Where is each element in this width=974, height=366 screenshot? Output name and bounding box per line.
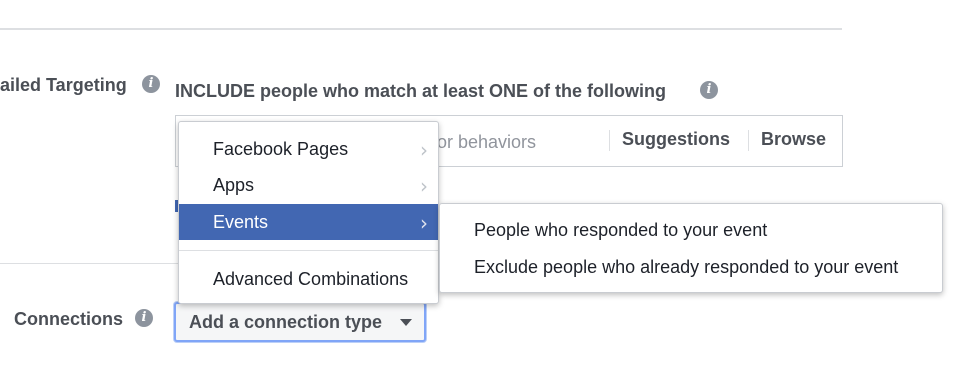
menu-item-label: Apps (213, 175, 255, 195)
menu-item-advanced-combinations[interactable]: Advanced Combinations (179, 261, 438, 297)
menu-item-label: Advanced Combinations (213, 269, 409, 289)
browse-button[interactable]: Browse (761, 129, 826, 150)
top-divider (0, 28, 842, 30)
chevron-right-icon: › (420, 211, 428, 235)
search-separator (609, 130, 610, 151)
menu-item-label: Facebook Pages (213, 139, 349, 159)
connection-type-dropdown[interactable]: Add a connection type (174, 302, 426, 342)
menu-item-events[interactable]: Events › (179, 204, 438, 240)
suggestions-button[interactable]: Suggestions (622, 129, 730, 150)
caret-down-icon (400, 319, 412, 326)
info-icon[interactable]: i (700, 81, 718, 99)
menu-item-apps[interactable]: Apps › (179, 167, 438, 203)
browse-menu: Facebook Pages › Apps › Events › Advance… (178, 121, 439, 304)
search-separator (748, 130, 749, 151)
chevron-right-icon: › (420, 174, 428, 198)
info-icon[interactable]: i (142, 75, 160, 93)
connections-label: Connections (14, 309, 124, 329)
submenu-item-exclude-responded[interactable]: Exclude people who already responded to … (474, 257, 898, 278)
events-submenu: People who responded to your event Exclu… (439, 203, 943, 293)
targeting-search-placeholder: or behaviors (437, 132, 537, 152)
submenu-item-responded[interactable]: People who responded to your event (474, 220, 767, 241)
detailed-targeting-label: ailed Targeting (0, 75, 127, 95)
section-divider (0, 263, 182, 264)
info-icon[interactable]: i (135, 309, 153, 327)
menu-item-label: Events (213, 212, 269, 232)
menu-separator (179, 250, 438, 251)
menu-item-facebook-pages[interactable]: Facebook Pages › (179, 131, 438, 167)
include-instruction: INCLUDE people who match at least ONE of… (175, 81, 667, 101)
connection-type-dropdown-label: Add a connection type (189, 312, 383, 332)
chevron-right-icon: › (420, 138, 428, 162)
